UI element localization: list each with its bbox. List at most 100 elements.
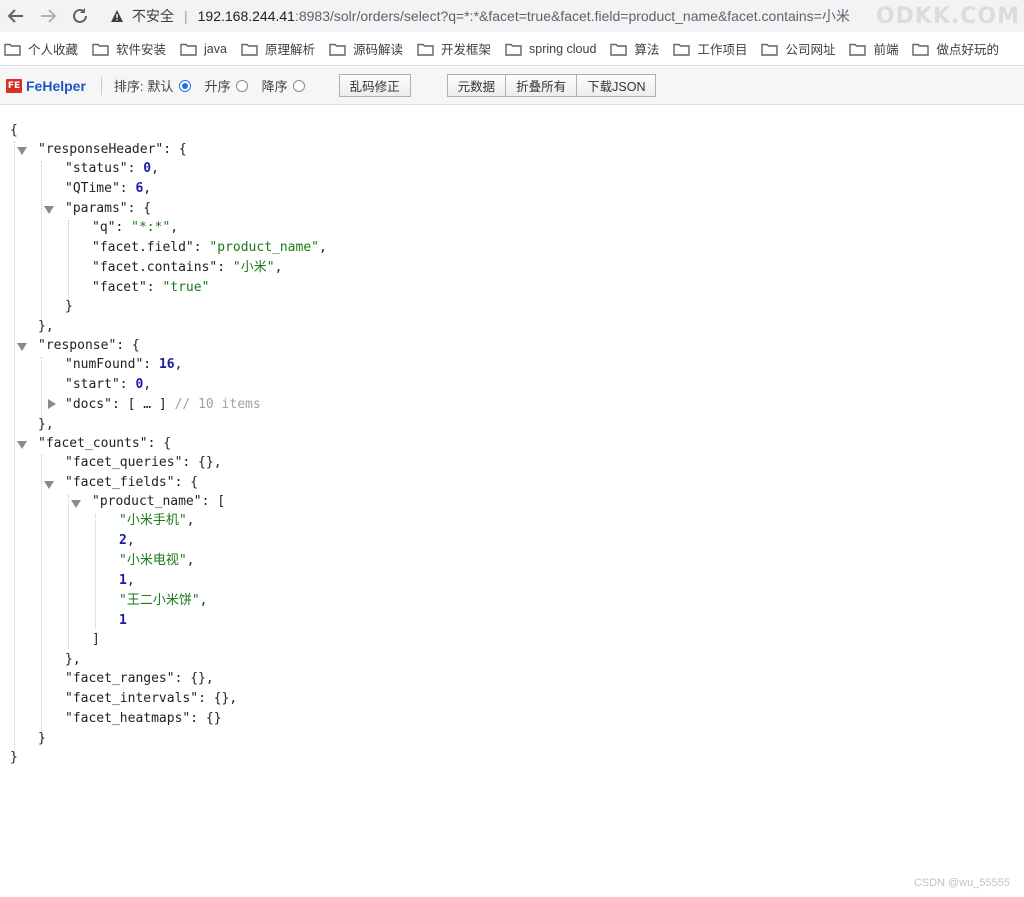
json-viewer: { "responseHeader": { "status": 0, "QTim… <box>0 105 1024 897</box>
bookmark-item[interactable]: spring cloud <box>505 42 596 56</box>
bookmark-item[interactable]: 前端 <box>849 39 898 58</box>
sort-label: 排序: <box>113 79 144 94</box>
toolbar-divider <box>100 76 102 95</box>
guide-root <box>14 141 15 753</box>
reload-button[interactable] <box>64 0 96 32</box>
numfound-value: 16 <box>158 357 175 372</box>
folder-icon <box>912 43 930 56</box>
toggle-params-icon[interactable] <box>44 206 54 214</box>
sort-asc-radio[interactable] <box>235 79 248 92</box>
param-facet-contains-value: 小米 <box>240 260 267 275</box>
sort-default-radio[interactable] <box>178 79 191 92</box>
bookmark-item[interactable]: 工作项目 <box>673 39 747 58</box>
bookmark-label: spring cloud <box>529 41 597 56</box>
fehelper-logo: FE FeHelper <box>6 78 86 94</box>
json-line: "facet_fields": { <box>65 475 199 490</box>
toggle-facet-fields-icon[interactable] <box>44 481 54 489</box>
facet-item: 小米电视 <box>126 553 179 568</box>
json-line: "product_name": [ <box>92 494 226 509</box>
json-line: "response": { <box>38 338 140 353</box>
json-line: "facet_queries": {}, <box>65 455 222 470</box>
metadata-button[interactable]: 元数据 <box>446 74 507 97</box>
status-value: 0 <box>143 161 152 176</box>
footer-watermark: CSDN @wu_55555 <box>913 877 1010 889</box>
browser-toolbar: 不安全 | 192.168.244.41:8983/solr/orders/se… <box>0 0 1024 32</box>
json-line: "facet": "true" <box>92 280 210 295</box>
back-button[interactable] <box>0 0 32 32</box>
json-line: ] <box>92 632 100 647</box>
bookmark-item[interactable]: 源码解读 <box>329 39 403 58</box>
sort-desc-radio[interactable] <box>292 79 305 92</box>
json-line: "小米手机", <box>119 513 195 528</box>
bookmark-item[interactable]: 原理解析 <box>241 39 315 58</box>
sort-desc-label: 降序 <box>261 79 288 94</box>
url-path: :8983/solr/orders/select?q=*:*&facet=tru… <box>294 8 850 24</box>
sort-asc-option[interactable]: 升序 <box>205 76 248 95</box>
reload-icon <box>73 8 87 23</box>
fix-encoding-button[interactable]: 乱码修正 <box>338 74 411 97</box>
bookmark-label: 做点好玩的 <box>936 43 999 57</box>
folder-icon <box>761 43 779 56</box>
forward-button[interactable] <box>32 0 64 32</box>
sort-desc-option[interactable]: 降序 <box>262 76 305 95</box>
folder-icon <box>329 43 346 56</box>
json-line: "王二小米饼", <box>119 593 208 608</box>
json-line: "facet_heatmaps": {} <box>65 711 222 726</box>
url-separator: | <box>184 8 188 24</box>
sort-asc-label: 升序 <box>204 79 231 94</box>
bookmark-item[interactable]: 个人收藏 <box>4 39 78 58</box>
json-line: "facet.contains": "小米", <box>92 260 283 275</box>
toggle-responseheader-icon[interactable] <box>17 147 27 155</box>
guide-params <box>68 220 69 304</box>
back-arrow-icon <box>7 9 23 23</box>
json-line: "facet.field": "product_name", <box>92 240 327 255</box>
docs-comment: // 10 items <box>174 397 261 412</box>
download-json-button[interactable]: 下载JSON <box>577 74 657 97</box>
json-line: "docs": [ … ] // 10 items <box>65 397 261 412</box>
bookmark-label: 公司网址 <box>785 43 836 57</box>
guide-product-name <box>95 514 96 629</box>
fehelper-title: FeHelper <box>26 77 86 94</box>
bookmark-item[interactable]: 软件安装 <box>92 39 166 58</box>
docs-collapsed[interactable]: [ … ] <box>128 397 167 412</box>
json-line: 2, <box>119 533 135 548</box>
json-line: "q": "*:*", <box>92 220 179 235</box>
json-line: "QTime": 6, <box>65 181 152 196</box>
collapse-all-button[interactable]: 折叠所有 <box>506 74 578 97</box>
toggle-response-icon[interactable] <box>17 343 27 351</box>
bookmark-item[interactable]: 公司网址 <box>761 39 835 58</box>
folder-icon <box>673 43 691 56</box>
toggle-docs-icon[interactable] <box>48 399 56 409</box>
json-line: { <box>10 123 18 138</box>
folder-icon <box>417 43 434 56</box>
folder-icon <box>92 43 109 56</box>
bookmark-item[interactable]: 做点好玩的 <box>912 39 999 58</box>
bookmarks-bar: 个人收藏 软件安装 java 原理解析 源码解读 开发框架 spring cloud 算法 工作… <box>0 32 1024 66</box>
param-q-value: *:* <box>138 220 163 235</box>
sort-default-label: 默认 <box>147 79 174 94</box>
json-line: "facet_intervals": {}, <box>65 691 238 706</box>
guide-responseheader <box>41 161 42 321</box>
facet-count: 2 <box>119 533 127 548</box>
facet-item: 王二小米饼 <box>126 593 192 608</box>
param-facet-value: true <box>170 280 202 295</box>
insecure-label: 不安全 <box>132 8 174 24</box>
folder-icon <box>241 43 258 56</box>
bookmark-item[interactable]: 开发框架 <box>417 39 491 58</box>
action-button-group: 元数据 折叠所有 下载JSON <box>446 74 657 97</box>
warning-icon <box>110 9 124 23</box>
toggle-product-name-icon[interactable] <box>71 500 81 508</box>
facet-count: 1 <box>119 573 127 588</box>
json-line: } <box>38 731 46 746</box>
toggle-facet-counts-icon[interactable] <box>17 441 27 449</box>
json-line: }, <box>38 417 54 432</box>
bookmark-item[interactable]: 算法 <box>610 39 659 58</box>
bookmark-item[interactable]: java <box>180 42 227 56</box>
json-line: "status": 0, <box>65 161 159 176</box>
sort-default-option[interactable]: 默认 <box>148 76 191 95</box>
json-line: } <box>10 750 18 765</box>
watermark-top: ODKK.COM <box>875 4 1020 29</box>
json-line: 1, <box>119 573 135 588</box>
guide-response <box>41 357 42 423</box>
guide-facet-counts <box>41 455 42 741</box>
